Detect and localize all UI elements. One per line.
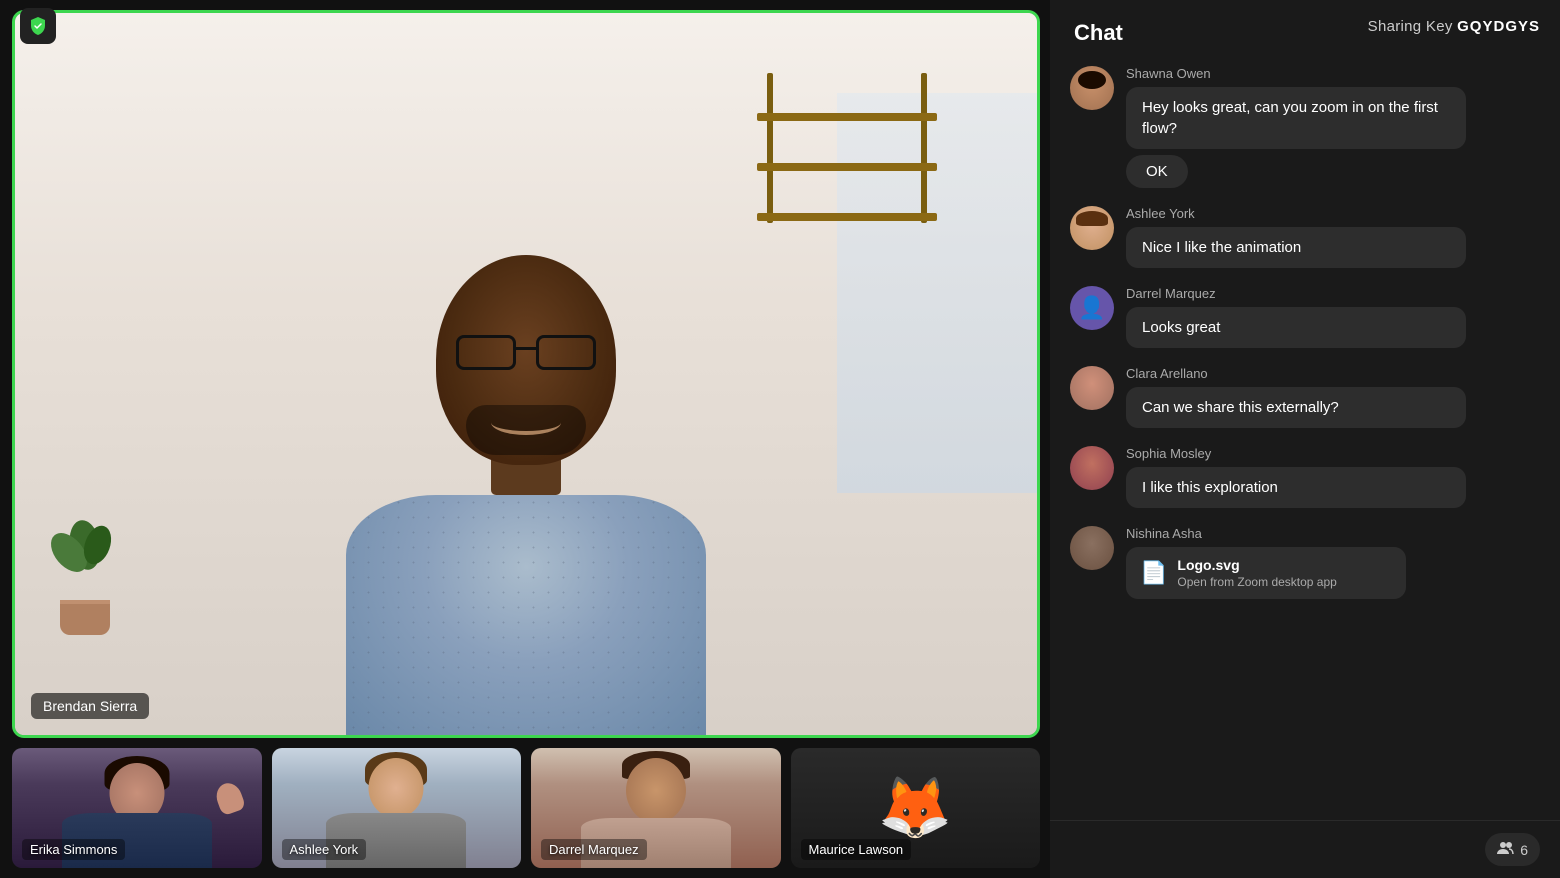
main-video: Brendan Sierra — [12, 10, 1040, 738]
msg-bubble-ashlee: Nice I like the animation — [1126, 227, 1466, 268]
people-icon — [1497, 841, 1515, 855]
file-attachment[interactable]: 📄 Logo.svg Open from Zoom desktop app — [1126, 547, 1406, 599]
shelf-support-right — [921, 73, 927, 223]
thumb-name-maurice: Maurice Lawson — [801, 839, 912, 860]
speaker-name-tag: Brendan Sierra — [31, 693, 149, 719]
thumb-head-ashlee — [369, 758, 424, 818]
chat-message-darrel: 👤 Darrel Marquez Looks great — [1070, 286, 1540, 348]
shelf-support-left — [767, 73, 773, 223]
msg-bubble-shawna: Hey looks great, can you zoom in on the … — [1126, 87, 1466, 149]
shelf-board-1 — [757, 113, 937, 121]
sharing-key-value: GQYDGYS — [1457, 18, 1540, 35]
msg-content-darrel: Darrel Marquez Looks great — [1126, 286, 1540, 348]
top-bar: Sharing Key GQYDGYS — [0, 0, 1560, 52]
chat-message-ashlee: Ashlee York Nice I like the animation — [1070, 206, 1540, 268]
speaker-video — [286, 155, 766, 735]
main-video-content — [15, 13, 1037, 735]
thumbnail-ashlee[interactable]: Ashlee York — [272, 748, 522, 868]
shelf-board-3 — [757, 213, 937, 221]
msg-sender-shawna: Shawna Owen — [1126, 66, 1540, 81]
msg-content-nishina: Nishina Asha 📄 Logo.svg Open from Zoom d… — [1126, 526, 1540, 599]
thumb-head-darrel — [626, 758, 686, 823]
shirt-pattern — [346, 495, 706, 735]
chat-messages[interactable]: Shawna Owen Hey looks great, can you zoo… — [1050, 56, 1560, 820]
chat-message-nishina: Nishina Asha 📄 Logo.svg Open from Zoom d… — [1070, 526, 1540, 599]
file-action: Open from Zoom desktop app — [1177, 575, 1336, 589]
participants-count: 6 — [1485, 833, 1540, 866]
glasses-bridge — [516, 347, 536, 350]
msg-sender-clara: Clara Arellano — [1126, 366, 1540, 381]
thumbnail-erika[interactable]: Erika Simmons — [12, 748, 262, 868]
msg-content-clara: Clara Arellano Can we share this externa… — [1126, 366, 1540, 428]
thumbnail-strip: Erika Simmons Ashlee York Darrel Marqu — [12, 748, 1040, 868]
msg-content-sophia: Sophia Mosley I like this exploration — [1126, 446, 1540, 508]
avatar-shawna — [1070, 66, 1114, 110]
chat-panel: Chat Shawna Owen Hey looks great, can yo… — [1050, 0, 1560, 878]
glasses-right — [536, 335, 596, 370]
glasses-left — [456, 335, 516, 370]
wall-shelf — [757, 73, 937, 223]
chat-message-sophia: Sophia Mosley I like this exploration — [1070, 446, 1540, 508]
sharing-key-display: Sharing Key GQYDGYS — [1368, 18, 1540, 35]
avatar-nishina — [1070, 526, 1114, 570]
avatar-sophia — [1070, 446, 1114, 490]
shield-icon — [27, 15, 49, 37]
thumbnail-maurice[interactable]: 🦊 Maurice Lawson — [791, 748, 1041, 868]
chat-bottom-bar: 6 — [1050, 820, 1560, 878]
file-name: Logo.svg — [1177, 557, 1336, 573]
thumb-name-ashlee: Ashlee York — [282, 839, 367, 860]
msg-sender-sophia: Sophia Mosley — [1126, 446, 1540, 461]
logo-shield — [20, 8, 56, 44]
plant-pot — [60, 600, 110, 635]
file-icon: 📄 — [1140, 560, 1167, 586]
thumb-hand-erika — [212, 780, 246, 817]
shelf-board-2 — [757, 163, 937, 171]
chat-message-shawna: Shawna Owen Hey looks great, can you zoo… — [1070, 66, 1540, 188]
speaker-smile — [491, 410, 561, 435]
darrel-avatar-icon: 👤 — [1078, 295, 1105, 321]
plant-leaves — [55, 520, 115, 600]
msg-sender-nishina: Nishina Asha — [1126, 526, 1540, 541]
participants-count-number: 6 — [1520, 842, 1528, 858]
speaker-glasses — [446, 335, 606, 375]
msg-bubble-darrel: Looks great — [1126, 307, 1466, 348]
video-area: Brendan Sierra Erika Simmons — [0, 0, 1050, 878]
msg-content-shawna: Shawna Owen Hey looks great, can you zoo… — [1126, 66, 1540, 188]
logo-area — [20, 8, 56, 44]
avatar-ashlee — [1070, 206, 1114, 250]
msg-content-ashlee: Ashlee York Nice I like the animation — [1126, 206, 1540, 268]
msg-ok-shawna: OK — [1126, 155, 1188, 188]
participants-icon — [1497, 839, 1515, 860]
plant — [55, 520, 115, 635]
msg-bubble-clara: Can we share this externally? — [1126, 387, 1466, 428]
file-info: Logo.svg Open from Zoom desktop app — [1177, 557, 1336, 589]
msg-bubble-sophia: I like this exploration — [1126, 467, 1466, 508]
speaker-shirt — [346, 495, 706, 735]
speaker-head — [436, 255, 616, 465]
fox-avatar: 🦊 — [878, 778, 953, 838]
thumb-name-darrel: Darrel Marquez — [541, 839, 647, 860]
msg-sender-ashlee: Ashlee York — [1126, 206, 1540, 221]
thumbnail-darrel[interactable]: Darrel Marquez — [531, 748, 781, 868]
chat-message-clara: Clara Arellano Can we share this externa… — [1070, 366, 1540, 428]
msg-sender-darrel: Darrel Marquez — [1126, 286, 1540, 301]
thumb-name-erika: Erika Simmons — [22, 839, 125, 860]
avatar-darrel: 👤 — [1070, 286, 1114, 330]
main-content: Brendan Sierra Erika Simmons — [0, 0, 1560, 878]
avatar-clara — [1070, 366, 1114, 410]
